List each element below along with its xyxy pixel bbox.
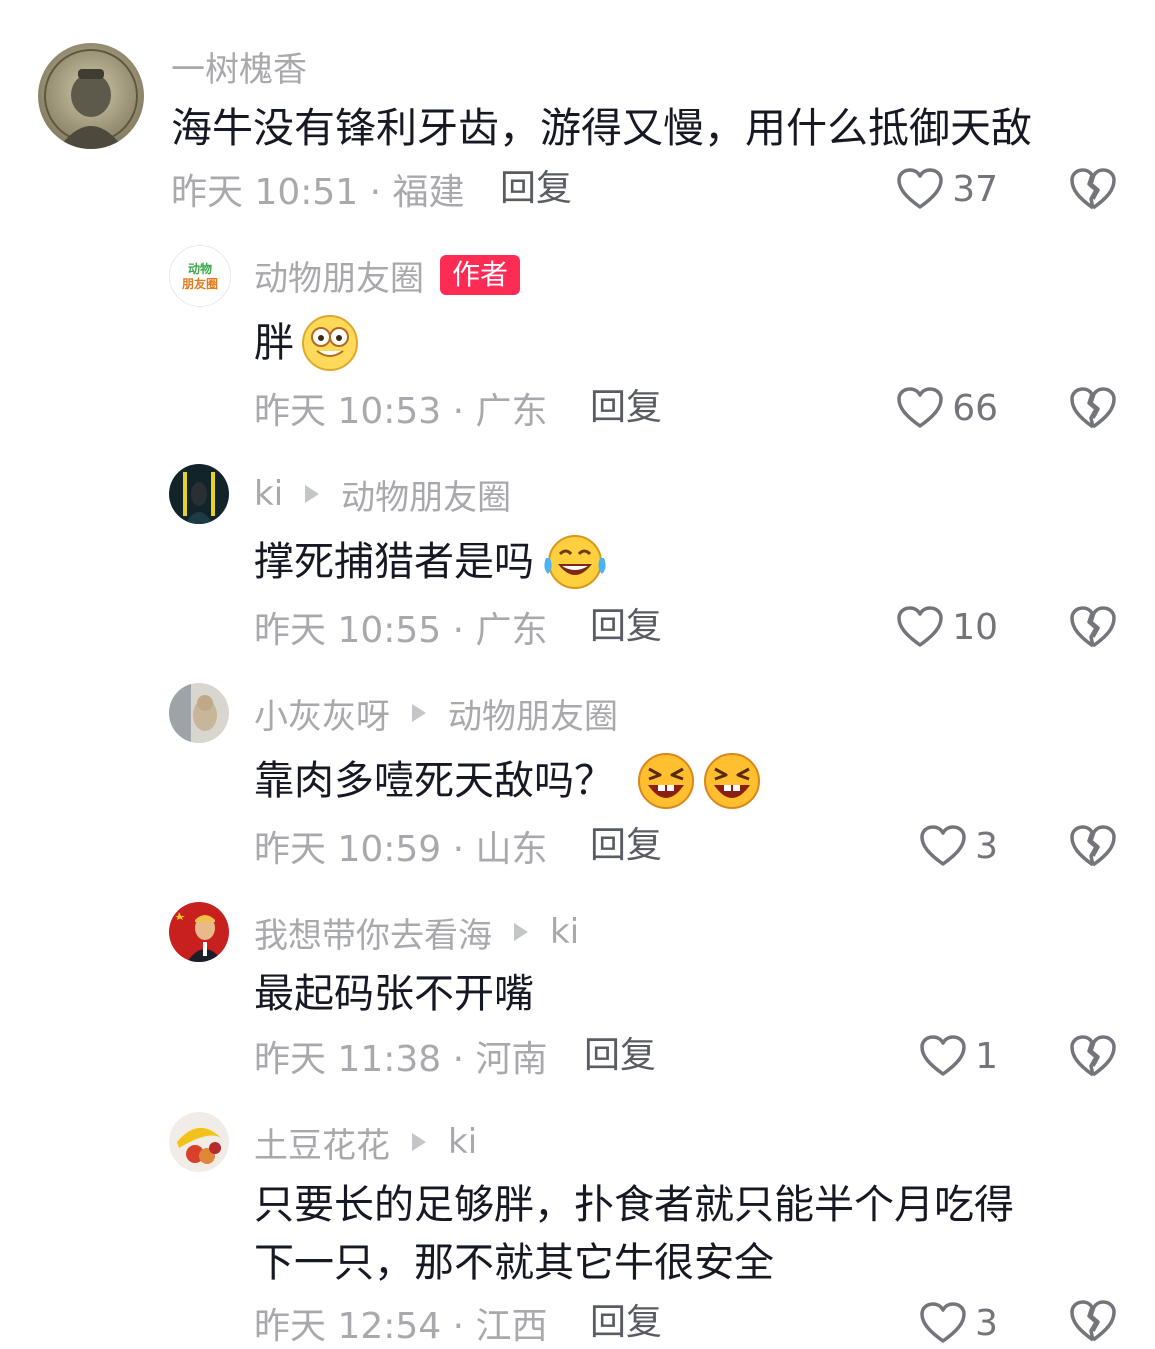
- broken-heart-icon: [1070, 606, 1116, 648]
- heart-outline-icon: [897, 606, 943, 647]
- laughing-face-emoji-icon: [636, 751, 696, 811]
- reply-button[interactable]: 回复: [584, 1031, 656, 1081]
- like-button[interactable]: 37: [896, 164, 998, 214]
- triangle-arrow-icon: [412, 1133, 426, 1151]
- like-count: 66: [952, 387, 998, 429]
- comment-author-name[interactable]: 动物朋友圈: [254, 251, 424, 300]
- comment-time-location: 昨天 10:59 · 山东: [254, 829, 548, 870]
- user-avatar[interactable]: [169, 464, 229, 524]
- user-avatar[interactable]: [169, 1112, 229, 1172]
- comment-author-name[interactable]: 一树槐香: [171, 42, 307, 91]
- triangle-arrow-icon: [514, 923, 528, 941]
- heart-outline-icon: [897, 168, 943, 209]
- comment-time-location: 昨天 11:38 · 河南: [254, 1039, 548, 1080]
- dislike-button[interactable]: [1069, 604, 1117, 650]
- reply-button[interactable]: 回复: [500, 164, 572, 214]
- user-avatar[interactable]: [38, 43, 144, 149]
- reply-target-name[interactable]: 动物朋友圈: [341, 470, 511, 519]
- comment-author-row: 一树槐香: [171, 41, 307, 91]
- comment-meta: 昨天 10:51 · 福建: [171, 164, 465, 214]
- comment-author-row: ki 动物朋友圈: [254, 469, 511, 519]
- comment-author-name[interactable]: 小灰灰呀: [254, 689, 390, 738]
- like-count: 1: [975, 1035, 998, 1077]
- comment-text: 只要长的足够胖，扑食者就只能半个月吃得: [254, 1177, 1014, 1233]
- user-avatar[interactable]: [169, 902, 229, 962]
- comment-text-content: 靠肉多噎死天敌吗？: [254, 758, 614, 804]
- comment-text: 最起码张不开嘴: [254, 966, 534, 1022]
- comment-time-location: 昨天 10:51 · 福建: [171, 172, 465, 213]
- comment-time-location: 昨天 10:53 · 广东: [254, 391, 548, 432]
- heart-outline-icon: [897, 387, 943, 428]
- comment-author-row: 我想带你去看海 ki: [254, 907, 579, 957]
- comment-author-name[interactable]: ki: [254, 474, 283, 514]
- reply-target-name[interactable]: ki: [448, 1122, 477, 1162]
- svg-text:朋友圈: 朋友圈: [181, 276, 218, 291]
- dislike-button[interactable]: [1069, 1298, 1117, 1344]
- dislike-button[interactable]: [1069, 166, 1117, 212]
- user-avatar[interactable]: 动物 朋友圈: [169, 245, 231, 307]
- comment-text-line-1: 只要长的足够胖，扑食者就只能半个月吃得: [254, 1182, 1014, 1228]
- comment-author-row: 土豆花花 ki: [254, 1117, 477, 1167]
- like-button[interactable]: 10: [896, 602, 998, 652]
- comment-text-content: 海牛没有锋利牙齿，游得又慢，用什么抵御天敌: [171, 104, 1032, 152]
- reply-target-name[interactable]: 动物朋友圈: [448, 689, 618, 738]
- comment-author-name[interactable]: 土豆花花: [254, 1118, 390, 1167]
- broken-heart-icon: [1070, 387, 1116, 429]
- like-count: 10: [952, 606, 998, 648]
- comment-text: 靠肉多噎死天敌吗？: [254, 751, 762, 811]
- like-count: 3: [975, 825, 998, 867]
- comment-text: 撑死捕猎者是吗: [254, 532, 610, 592]
- comment-text-content: 最起码张不开嘴: [254, 971, 534, 1017]
- comment-meta: 昨天 11:38 · 河南: [254, 1031, 548, 1081]
- comment-text: 胖: [254, 313, 360, 373]
- heart-outline-icon: [920, 825, 966, 866]
- excited-face-emoji-icon: [300, 313, 360, 373]
- dislike-button[interactable]: [1069, 1033, 1117, 1079]
- user-avatar[interactable]: [169, 683, 229, 743]
- triangle-arrow-icon: [305, 485, 320, 503]
- comment-time-location: 昨天 10:55 · 广东: [254, 610, 548, 651]
- comment-meta: 昨天 10:53 · 广东: [254, 383, 548, 433]
- broken-heart-icon: [1070, 1035, 1116, 1077]
- svg-text:动物: 动物: [188, 261, 212, 276]
- comment-meta: 昨天 10:55 · 广东: [254, 602, 548, 652]
- broken-heart-icon: [1070, 168, 1116, 210]
- heart-outline-icon: [920, 1035, 966, 1076]
- reply-target-name[interactable]: ki: [550, 912, 579, 952]
- heart-outline-icon: [920, 1302, 966, 1343]
- broken-heart-icon: [1070, 1300, 1116, 1342]
- like-button[interactable]: 3: [919, 821, 998, 871]
- like-button[interactable]: 66: [896, 383, 998, 433]
- dislike-button[interactable]: [1069, 823, 1117, 869]
- comment-text: 海牛没有锋利牙齿，游得又慢，用什么抵御天敌: [171, 100, 1032, 156]
- comment-author-row: 动物朋友圈 作者: [254, 250, 521, 300]
- tears-of-joy-emoji-icon: [540, 532, 610, 592]
- laughing-face-emoji-icon: [702, 751, 762, 811]
- like-button[interactable]: 1: [919, 1031, 998, 1081]
- broken-heart-icon: [1070, 825, 1116, 867]
- comment-text-line-2: 下一只，那不就其它牛很安全: [254, 1240, 774, 1286]
- reply-button[interactable]: 回复: [590, 602, 662, 652]
- author-badge: 作者: [440, 255, 521, 295]
- reply-button[interactable]: 回复: [590, 383, 662, 433]
- comment-author-row: 小灰灰呀 动物朋友圈: [254, 688, 618, 738]
- like-count: 37: [952, 168, 998, 210]
- comment-text-content: 撑死捕猎者是吗: [254, 539, 534, 585]
- comment-author-name[interactable]: 我想带你去看海: [254, 908, 492, 957]
- dislike-button[interactable]: [1069, 385, 1117, 431]
- comment-time-location: 昨天 12:54 · 江西: [254, 1306, 548, 1347]
- comment-meta: 昨天 10:59 · 山东: [254, 821, 548, 871]
- reply-button[interactable]: 回复: [590, 821, 662, 871]
- triangle-arrow-icon: [412, 704, 426, 722]
- like-count: 3: [975, 1302, 998, 1344]
- comment-text-content: 胖: [254, 320, 294, 366]
- comment-text: 下一只，那不就其它牛很安全: [254, 1235, 774, 1291]
